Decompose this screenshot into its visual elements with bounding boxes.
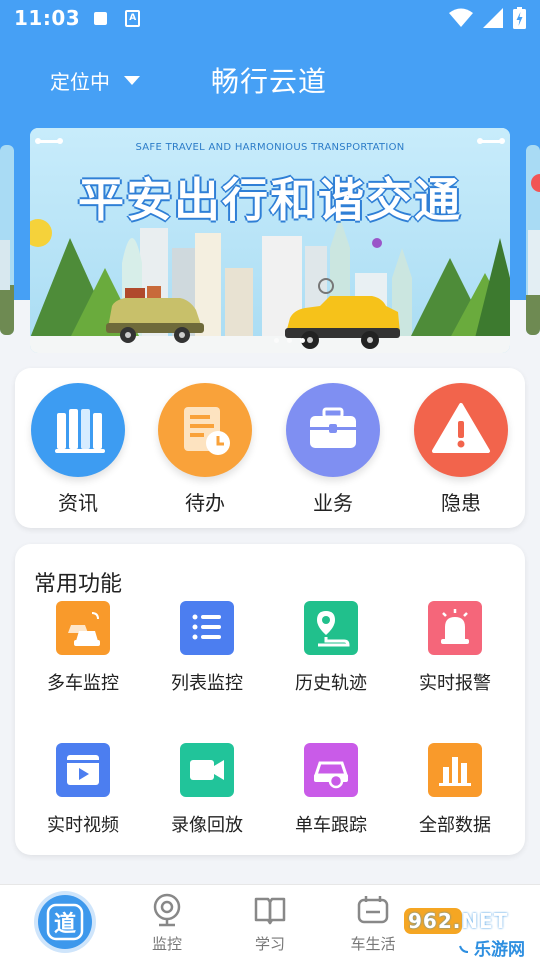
banner-next-peek[interactable]	[526, 145, 540, 335]
quick-action-label: 隐患	[441, 491, 481, 515]
banner-prev-peek[interactable]	[0, 145, 14, 335]
books-icon	[31, 383, 125, 477]
list-icon	[180, 601, 234, 655]
webcam-icon	[153, 893, 181, 927]
car-track-icon	[304, 743, 358, 797]
car-life-icon	[357, 896, 389, 924]
video-icon	[56, 743, 110, 797]
city-illustration	[30, 128, 510, 353]
function-label: 单车跟踪	[295, 815, 367, 836]
alarm-icon	[428, 601, 482, 655]
watermark-brand: 962.NET	[408, 909, 509, 933]
function-label: 实时报警	[419, 673, 491, 694]
caret-down-icon	[124, 76, 140, 85]
multi-car-icon	[56, 601, 110, 655]
quick-action-label: 业务	[313, 491, 353, 515]
nav-label: 监控	[151, 935, 182, 953]
quick-action-hazard[interactable]: 隐患	[413, 383, 509, 516]
nav-home[interactable]: 道	[38, 895, 92, 949]
quick-action-label: 待办	[185, 491, 225, 515]
function-multi-car-monitor[interactable]: 多车监控	[23, 601, 143, 695]
location-selector[interactable]: 定位中	[50, 66, 140, 95]
banner-subtitle: SAFE TRAVEL AND HARMONIOUS TRANSPORTATIO…	[135, 142, 405, 153]
route-icon	[304, 601, 358, 655]
function-realtime-alarm[interactable]: 实时报警	[395, 601, 515, 695]
function-label: 全部数据	[419, 815, 491, 836]
quick-action-news[interactable]: 资讯	[30, 383, 126, 516]
document-clock-icon	[158, 383, 252, 477]
quick-action-todo[interactable]: 待办	[157, 383, 253, 516]
function-history-route[interactable]: 历史轨迹	[271, 601, 391, 695]
notification-icon	[94, 11, 108, 25]
function-label: 历史轨迹	[295, 673, 367, 694]
pager-dot-active[interactable]	[300, 338, 305, 343]
app-title: 畅行云道	[211, 65, 328, 98]
a-badge-icon: A	[125, 9, 141, 27]
function-single-car-track[interactable]: 单车跟踪	[271, 743, 391, 837]
banner-title: 平安出行和谐交通	[78, 173, 462, 227]
wifi-icon	[449, 8, 473, 27]
top-bar: 定位中 畅行云道	[0, 56, 540, 102]
battery-icon	[513, 7, 526, 29]
quick-actions-card: 资讯 待办 业务 隐患	[15, 368, 525, 528]
home-glyph: 道	[53, 912, 76, 937]
quick-action-label: 资讯	[58, 491, 98, 515]
function-all-data[interactable]: 全部数据	[395, 743, 515, 837]
function-realtime-video[interactable]: 实时视频	[23, 743, 143, 837]
quick-action-business[interactable]: 业务	[285, 383, 381, 516]
promo-banner[interactable]: SAFE TRAVEL AND HARMONIOUS TRANSPORTATIO…	[30, 128, 510, 353]
book-icon	[254, 897, 286, 925]
site-watermark: 962.NET 乐游网	[398, 908, 538, 960]
common-functions-card: 常用功能 多车监控 列表监控 历史轨迹 实时报警 实时视频 录像回放 单车跟踪 …	[15, 544, 525, 855]
section-title: 常用功能	[34, 572, 123, 597]
function-playback[interactable]: 录像回放	[147, 743, 267, 837]
function-label: 多车监控	[47, 673, 119, 694]
location-label: 定位中	[50, 70, 110, 94]
bar-chart-icon	[428, 743, 482, 797]
pager-dot[interactable]	[287, 338, 292, 343]
function-list-monitor[interactable]: 列表监控	[147, 601, 267, 695]
signal-icon	[483, 8, 503, 28]
function-label: 列表监控	[171, 673, 243, 694]
watermark-text: 乐游网	[474, 940, 525, 960]
function-label: 实时视频	[47, 815, 119, 836]
banner-pager	[274, 338, 305, 343]
nav-label: 学习	[254, 935, 285, 953]
briefcase-icon	[286, 383, 380, 477]
status-bar: 11:03 A	[0, 0, 540, 36]
pager-dot[interactable]	[274, 338, 279, 343]
nav-monitor[interactable]: 监控	[127, 893, 207, 954]
warning-icon	[414, 383, 508, 477]
camera-icon	[180, 743, 234, 797]
status-time: 11:03	[14, 6, 81, 30]
nav-study[interactable]: 学习	[230, 893, 310, 954]
function-label: 录像回放	[171, 815, 243, 836]
